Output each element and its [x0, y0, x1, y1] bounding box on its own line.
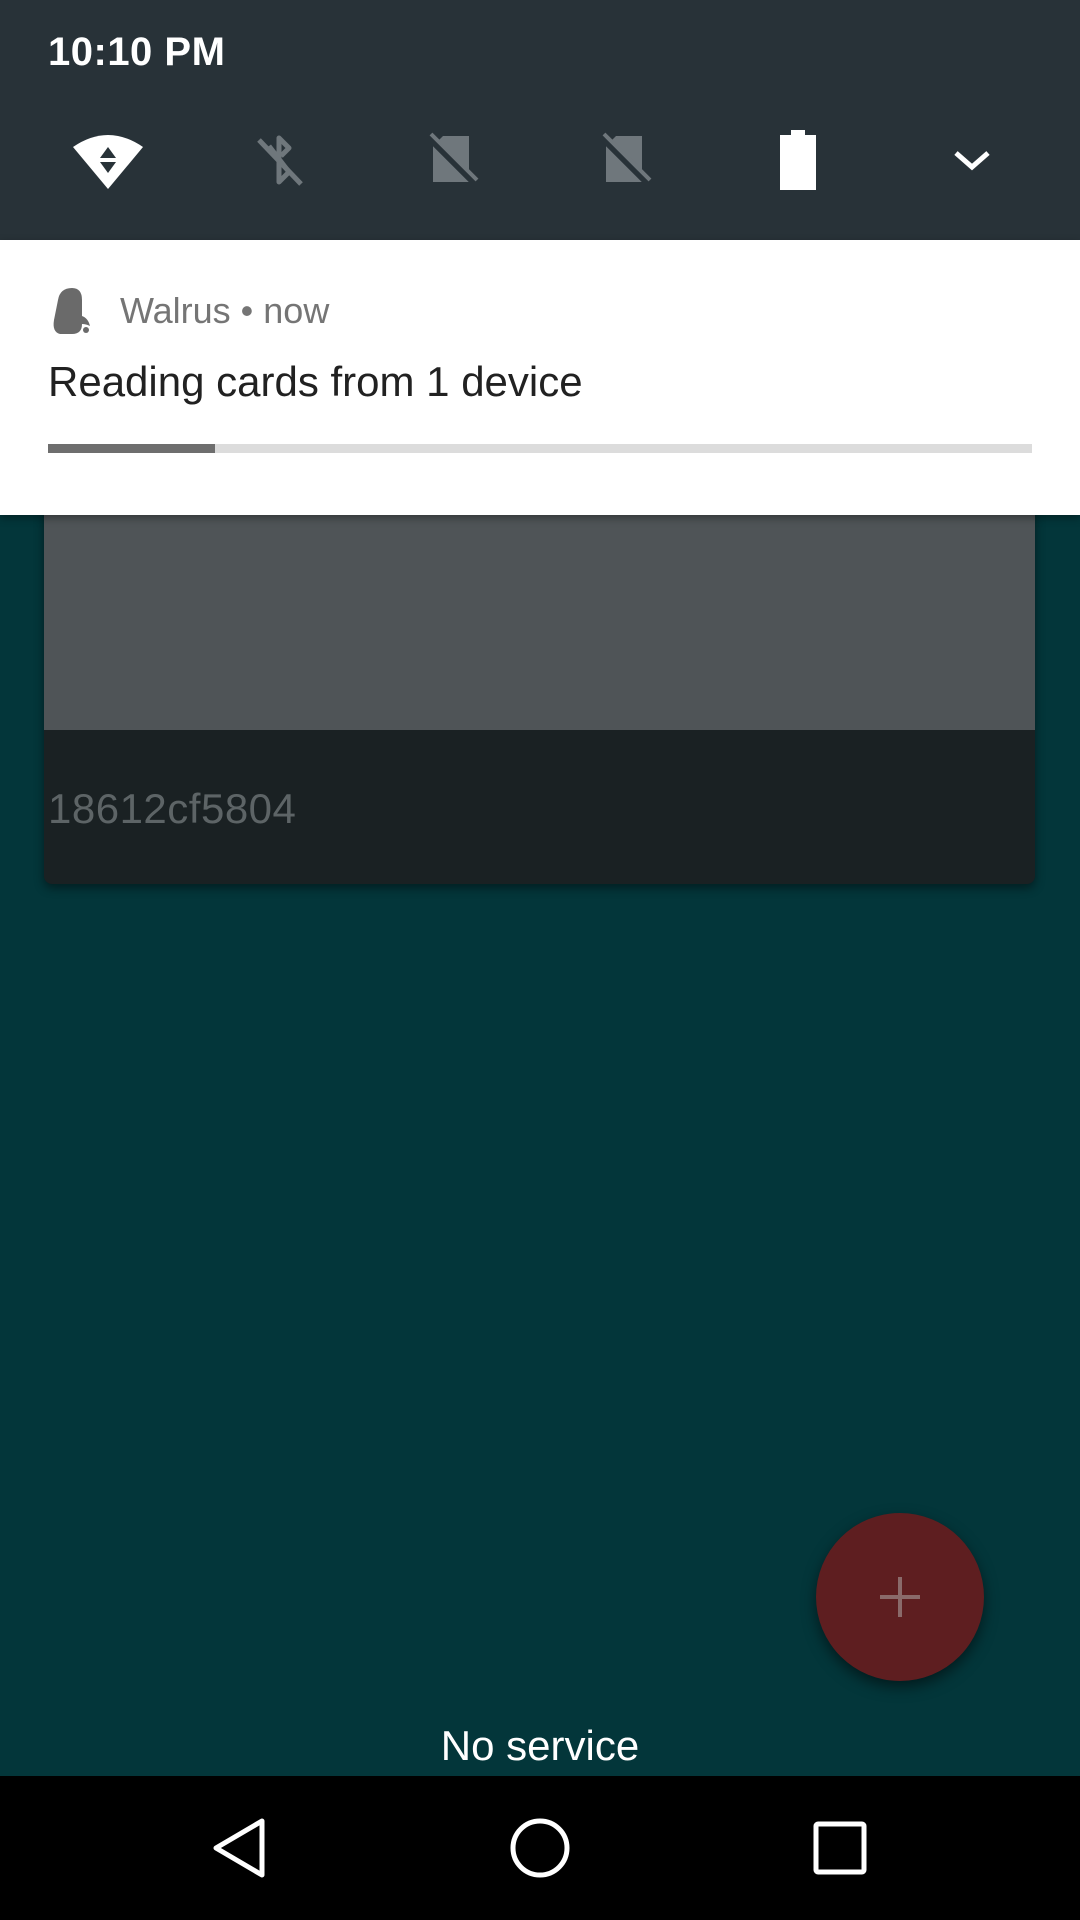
card-title: 18612cf5804	[48, 785, 297, 832]
add-button[interactable]	[816, 1513, 984, 1681]
walrus-app-icon	[53, 288, 90, 334]
home-button[interactable]	[490, 1798, 590, 1898]
back-icon	[213, 1818, 265, 1878]
notification-shade-header: 10:10 PM	[0, 0, 1080, 240]
notification-header: Walrus • now	[120, 290, 329, 332]
notification-progress-fill	[48, 444, 216, 453]
recents-button[interactable]	[790, 1798, 890, 1898]
clock: 10:10 PM	[48, 30, 226, 74]
notification-title: Reading cards from 1 device	[48, 358, 583, 405]
no-sim-icon	[599, 132, 652, 187]
notification-progress-bar	[48, 444, 1032, 453]
battery-icon	[780, 130, 816, 190]
chevron-down-icon	[954, 151, 990, 171]
walrus-notification[interactable]: Walrus • now Reading cards from 1 device	[0, 240, 1080, 515]
qs-tile-bluetooth[interactable]	[240, 120, 320, 200]
qs-tile-battery[interactable]	[758, 120, 838, 200]
back-button[interactable]	[190, 1798, 290, 1898]
wifi-icon	[73, 135, 143, 189]
home-icon	[510, 1818, 570, 1878]
qs-tile-sim-1[interactable]	[413, 120, 493, 200]
no-service-text: No service	[440, 1722, 640, 1769]
qs-tile-sim-2[interactable]	[586, 120, 666, 200]
notification-separator: •	[240, 290, 254, 331]
no-sim-icon	[426, 132, 479, 187]
notification-app-name: Walrus	[120, 290, 231, 331]
recents-icon	[813, 1821, 867, 1875]
plus-icon	[880, 1577, 920, 1617]
notification-time: now	[263, 290, 330, 331]
quick-settings-row	[0, 120, 1080, 200]
screen: 18612cf5804 No service 10:10 PM Walrus •…	[0, 0, 1080, 1920]
bluetooth-disabled-icon	[257, 135, 303, 186]
navigation-bar	[0, 1776, 1080, 1920]
qs-tile-wifi[interactable]	[68, 120, 148, 200]
expand-button[interactable]	[932, 120, 1012, 200]
